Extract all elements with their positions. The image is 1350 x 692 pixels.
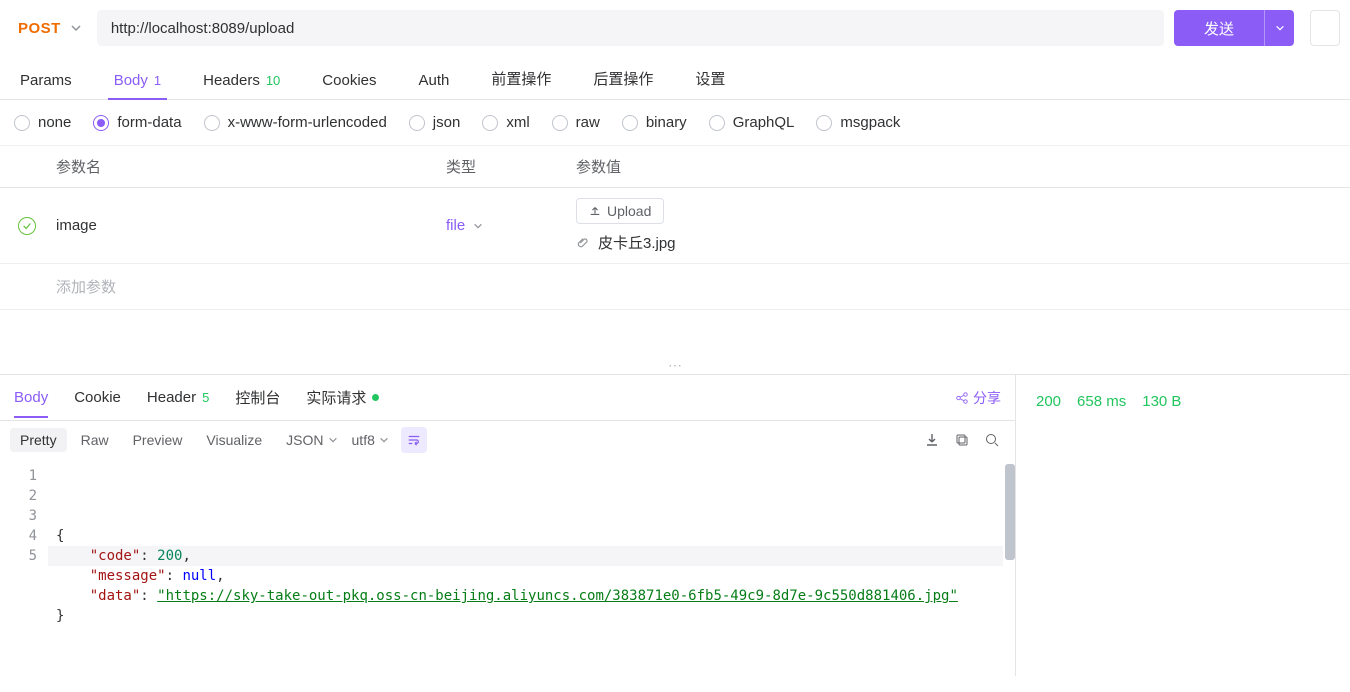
bodytype-form-data[interactable]: form-data [93,114,181,131]
view-raw[interactable]: Raw [71,428,119,452]
bodytype-xml[interactable]: xml [482,114,529,131]
row-enabled-icon[interactable] [18,217,36,235]
tab-settings[interactable]: 设置 [689,68,731,99]
bodytype-none[interactable]: none [14,114,71,131]
col-name: 参数名 [56,156,446,177]
radio-icon [709,115,725,131]
view-preview[interactable]: Preview [123,428,193,452]
param-type-select[interactable]: file [446,217,576,234]
status-code: 200 [1036,393,1061,410]
bodytype-graphql[interactable]: GraphQL [709,114,795,131]
radio-icon [482,115,498,131]
tab-cookies[interactable]: Cookies [316,72,382,99]
col-value: 参数值 [576,156,1350,177]
radio-icon [204,115,220,131]
share-icon [955,391,969,405]
table-row[interactable]: image file Upload 皮卡丘3.jpg [0,188,1350,264]
tab-auth[interactable]: Auth [413,72,456,99]
resp-tab-console[interactable]: 控制台 [235,387,280,418]
table-header: 参数名 类型 参数值 [0,146,1350,188]
wrap-toggle[interactable] [401,427,427,453]
format-select[interactable]: JSON [286,432,337,448]
param-name[interactable]: image [56,217,446,234]
radio-icon [816,115,832,131]
bodytype-msgpack[interactable]: msgpack [816,114,900,131]
add-param-row[interactable]: 添加参数 [0,264,1350,310]
view-pretty[interactable]: Pretty [10,428,67,452]
line-gutter: 12345 [0,460,48,676]
dot-icon [372,394,379,401]
file-name: 皮卡丘3.jpg [598,232,676,253]
upload-icon [589,205,601,217]
method-label: POST [18,20,61,37]
copy-icon[interactable] [949,427,975,453]
col-type: 类型 [446,156,576,177]
upload-button[interactable]: Upload [576,198,664,224]
encoding-select[interactable]: utf8 [352,432,389,448]
status-size: 130 B [1142,393,1181,410]
search-icon[interactable] [979,427,1005,453]
download-icon[interactable] [919,427,945,453]
radio-icon [622,115,638,131]
radio-icon [552,115,568,131]
resp-tab-header[interactable]: Header5 [147,389,209,416]
paperclip-icon [576,236,590,250]
tab-body[interactable]: Body1 [108,72,167,100]
tab-post[interactable]: 后置操作 [587,68,659,99]
status-time: 658 ms [1077,393,1126,410]
view-visualize[interactable]: Visualize [196,428,272,452]
tab-headers[interactable]: Headers10 [197,72,286,99]
split-handle[interactable]: ⋯ [0,356,1350,374]
url-input[interactable] [97,10,1164,46]
radio-icon [93,115,109,131]
tab-pre[interactable]: 前置操作 [485,68,557,99]
chevron-down-icon [471,219,485,233]
radio-icon [409,115,425,131]
send-dropdown[interactable] [1264,10,1294,46]
resp-tab-cookie[interactable]: Cookie [74,389,121,416]
resp-tab-body[interactable]: Body [14,389,48,418]
response-status-panel: 200 658 ms 130 B [1015,374,1350,676]
bodytype-urlencoded[interactable]: x-www-form-urlencoded [204,114,387,131]
bodytype-json[interactable]: json [409,114,461,131]
bodytype-binary[interactable]: binary [622,114,687,131]
resp-tab-actual[interactable]: 实际请求 [306,387,379,418]
response-code-view[interactable]: 12345 { "code": 200, "message": null, "d… [0,460,1015,676]
radio-icon [14,115,30,131]
method-selector[interactable]: POST [14,16,87,41]
save-button[interactable] [1310,10,1340,46]
share-button[interactable]: 分享 [955,388,1001,408]
chevron-down-icon [69,21,83,35]
bodytype-raw[interactable]: raw [552,114,600,131]
tab-params[interactable]: Params [14,72,78,99]
send-button[interactable]: 发送 [1174,10,1264,46]
